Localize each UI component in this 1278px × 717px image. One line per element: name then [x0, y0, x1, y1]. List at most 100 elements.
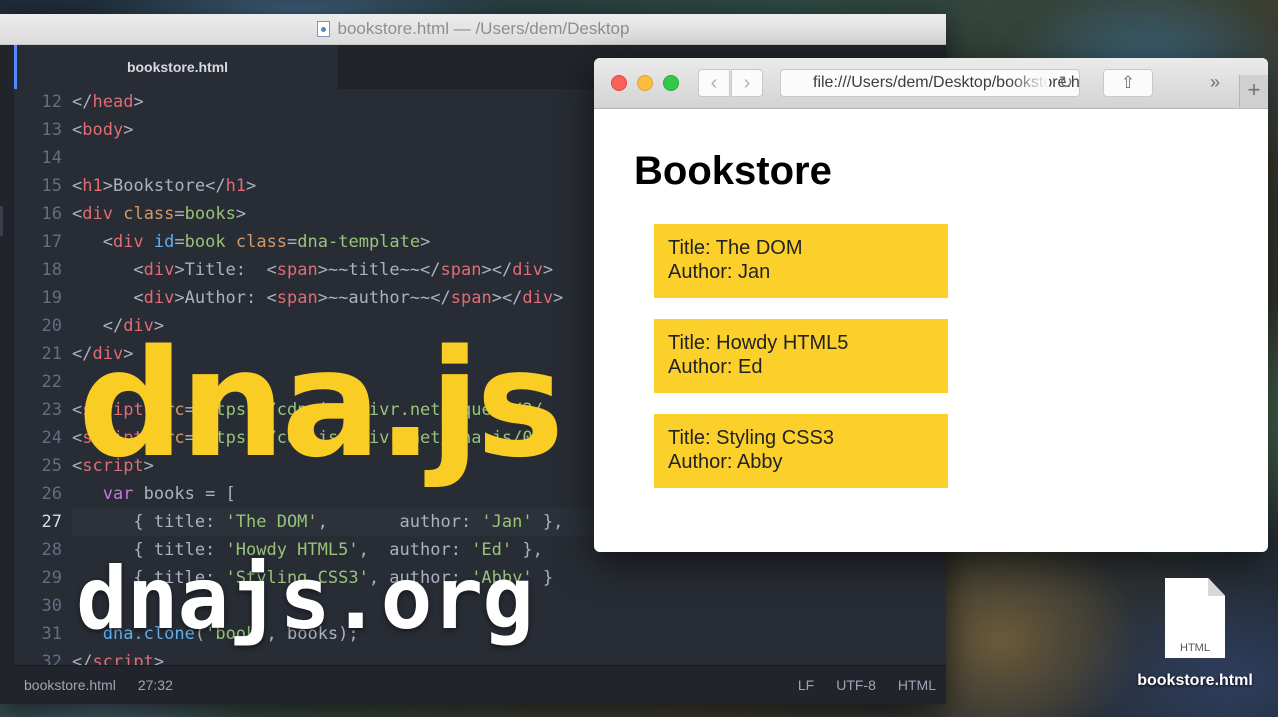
status-encoding[interactable]: UTF-8 — [836, 677, 876, 693]
code-token: = — [174, 232, 185, 252]
line-number: 13 — [41, 120, 62, 140]
code-token: span — [276, 288, 318, 308]
line-number: 17 — [41, 232, 62, 252]
code-token: > — [553, 288, 564, 308]
code-token: >Bookstore</ — [102, 176, 226, 196]
line-number: 23 — [41, 400, 62, 420]
code-token: books — [184, 204, 236, 224]
plus-icon: + — [1247, 77, 1261, 102]
back-button[interactable]: ‹ — [698, 69, 730, 97]
page-content: Bookstore Title: The DOM Author: Jan Title… — [594, 109, 1268, 488]
code-token: 'Jan' — [481, 512, 533, 532]
code-token: script — [92, 652, 154, 666]
code-token: span — [450, 288, 492, 308]
line-number: 14 — [41, 148, 62, 168]
book-author: Author: Ed — [668, 356, 763, 378]
line-number: 21 — [41, 344, 62, 364]
code-token: book — [184, 232, 226, 252]
line-number: 25 — [41, 456, 62, 476]
line-number: 30 — [41, 596, 62, 616]
code-token: >~~title~~</ — [317, 260, 441, 280]
line-number-gutter: 12 13 14 15 16 17 18 19 20 21 22 23 24 25 26 27 28 29 30 31… — [14, 88, 62, 672]
code-token: < — [72, 176, 83, 196]
line-number: 16 — [41, 204, 62, 224]
chevron-left-icon: ‹ — [710, 72, 718, 94]
code-token: span — [276, 260, 318, 280]
code-token: 'The DOM' — [225, 512, 318, 532]
code-token: h1 — [225, 176, 247, 196]
line-number: 24 — [41, 428, 62, 448]
code-token: ></ — [491, 288, 523, 308]
code-token: = — [174, 204, 185, 224]
status-line-ending[interactable]: LF — [798, 677, 814, 693]
editor-status-bar: bookstore.html 27:32 LF UTF-8 HTML — [14, 665, 946, 704]
code-token: ></ — [481, 260, 513, 280]
code-token: >~~author~~</ — [317, 288, 451, 308]
code-token: > — [246, 176, 257, 196]
code-token: > — [420, 232, 431, 252]
code-line[interactable]: </script> — [72, 648, 942, 666]
html-file-icon — [316, 21, 330, 37]
code-token: }, — [532, 512, 564, 532]
code-token: id — [153, 232, 175, 252]
page-heading: Bookstore — [634, 149, 832, 193]
book-title: Title: Styling CSS3 — [668, 427, 834, 449]
status-grammar[interactable]: HTML — [898, 677, 936, 693]
line-number: 28 — [41, 540, 62, 560]
code-token: h1 — [82, 176, 103, 196]
code-token: span — [440, 260, 482, 280]
address-bar[interactable]: file:///Users/dem/Desktop/bookstore.html… — [780, 69, 1080, 97]
close-window-button[interactable] — [611, 75, 627, 91]
new-tab-button[interactable]: + — [1239, 75, 1268, 107]
code-token: , author: — [317, 512, 482, 532]
code-token: > — [235, 204, 247, 224]
book-title: Title: Howdy HTML5 — [668, 332, 849, 354]
status-file-name[interactable]: bookstore.html — [24, 677, 116, 693]
code-token: >Title: < — [174, 260, 277, 280]
book-list: Title: The DOM Author: Jan Title: Howdy HT… — [634, 224, 1268, 488]
share-button[interactable]: ⇧ — [1103, 69, 1153, 97]
line-number: 29 — [41, 568, 62, 588]
code-token: } — [532, 568, 554, 588]
zoom-window-button[interactable] — [663, 75, 679, 91]
line-number: 18 — [41, 260, 62, 280]
line-number: 19 — [41, 288, 62, 308]
line-number: 22 — [41, 372, 62, 392]
code-token: >Author: < — [174, 288, 277, 308]
book-title: Title: The DOM — [668, 237, 803, 259]
code-token: div — [522, 288, 554, 308]
minimize-window-button[interactable] — [637, 75, 653, 91]
code-token: > — [133, 92, 144, 112]
dnajs-logo-text: dna.js — [78, 318, 564, 490]
code-token: div — [112, 232, 144, 252]
code-token: div — [512, 260, 543, 280]
code-token: </ — [72, 652, 93, 666]
reload-icon[interactable]: ↻ — [1059, 70, 1073, 96]
dnajs-site-text: dnajs.org — [76, 549, 534, 649]
tab-bookstore-html[interactable]: bookstore.html — [14, 45, 338, 89]
status-cursor-position[interactable]: 27:32 — [138, 677, 173, 693]
code-token: head — [92, 92, 134, 112]
code-token: </ — [72, 92, 93, 112]
editor-titlebar: bookstore.html — /Users/dem/Desktop — [0, 14, 946, 45]
line-number: 27 — [41, 512, 62, 532]
line-number: 12 — [41, 92, 62, 112]
line-number: 26 — [41, 484, 62, 504]
code-token: < — [72, 120, 83, 140]
desktop-file-name[interactable]: bookstore.html — [1128, 672, 1262, 690]
code-token: class — [235, 232, 288, 252]
overflow-chevron-icon[interactable]: » — [1210, 72, 1220, 93]
browser-window: ‹ › file:///Users/dem/Desktop/bookstore.… — [594, 58, 1268, 552]
line-number: 15 — [41, 176, 62, 196]
code-token: class — [123, 204, 175, 224]
forward-button[interactable]: › — [731, 69, 763, 97]
code-token: < — [72, 260, 144, 280]
chevron-right-icon: › — [743, 72, 751, 94]
browser-toolbar: ‹ › file:///Users/dem/Desktop/bookstore.… — [594, 58, 1268, 109]
code-token: div — [143, 288, 175, 308]
code-token: = — [287, 232, 298, 252]
html-document-icon[interactable]: HTML — [1165, 578, 1225, 658]
